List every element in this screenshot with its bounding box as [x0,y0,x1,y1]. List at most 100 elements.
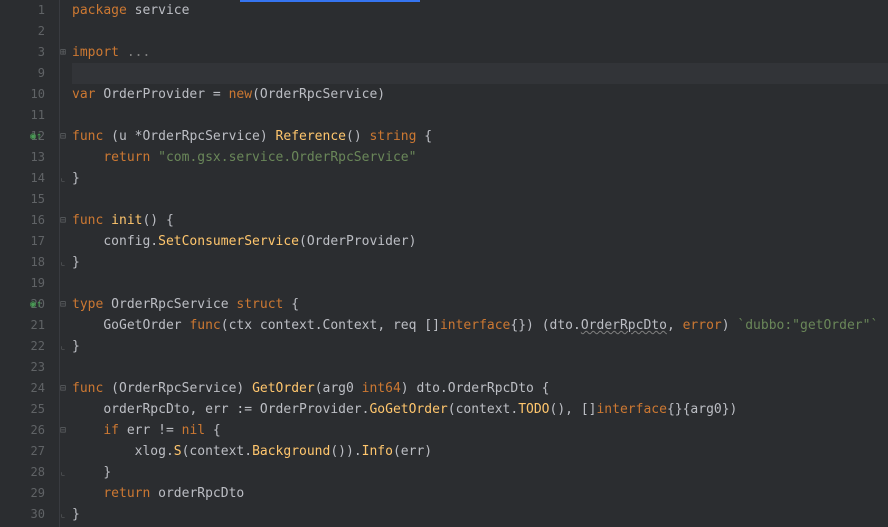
token-id: service [135,0,190,21]
line-number[interactable]: 1 [0,0,59,21]
code-line[interactable] [72,105,888,126]
line-number[interactable]: 29 [0,483,59,504]
token-k: package [72,0,135,21]
line-number[interactable]: 27 [0,441,59,462]
active-tab-indicator [240,0,420,2]
line-number[interactable]: 3 [0,42,59,63]
code-line[interactable] [72,357,888,378]
token-op: { [283,294,299,315]
code-line[interactable]: return "com.gsx.service.OrderRpcService" [72,147,888,168]
token-k: type [72,294,111,315]
line-number-gutter[interactable]: 1239101112◉↑1314151617181920◉↑2122232425… [0,0,60,527]
code-line[interactable]: GoGetOrder func(ctx context.Context, req… [72,315,888,336]
line-number[interactable]: 23 [0,357,59,378]
token-op: ( [252,84,260,105]
token-id [72,483,103,504]
token-id: Context [323,315,378,336]
code-line[interactable]: } [72,504,888,525]
token-id: OrderRpcService [142,126,259,147]
code-line[interactable]: var OrderProvider = new(OrderRpcService) [72,84,888,105]
line-number[interactable]: 16 [0,210,59,231]
line-number[interactable]: 20◉↑ [0,294,59,315]
token-id: OrderRpcService [260,84,377,105]
token-k: error [683,315,722,336]
code-line[interactable] [72,273,888,294]
code-line[interactable]: return orderRpcDto [72,483,888,504]
token-k: string [369,126,416,147]
token-op: { [416,126,432,147]
token-op: := OrderProvider. [229,399,370,420]
code-line[interactable] [72,189,888,210]
token-fn: GetOrder [252,378,315,399]
token-fn: init [111,210,142,231]
token-k: new [229,84,252,105]
token-op: () { [142,210,173,231]
token-id: dto [550,315,573,336]
token-id: xlog. [72,441,174,462]
code-line[interactable]: func init() { [72,210,888,231]
token-op: (context. [182,441,252,462]
code-line[interactable]: } [72,336,888,357]
token-id: err [205,399,228,420]
token-op: (arg0 [315,378,362,399]
token-op: } [72,504,80,525]
token-k: int64 [362,378,401,399]
token-op: ) [260,126,276,147]
line-number[interactable]: 19 [0,273,59,294]
line-number[interactable]: 14 [0,168,59,189]
line-number[interactable]: 12◉↑ [0,126,59,147]
token-id: orderRpcDto [158,483,244,504]
line-number[interactable]: 24 [0,378,59,399]
line-number[interactable]: 21 [0,315,59,336]
token-id [72,462,103,483]
token-id: config. [72,231,158,252]
token-op: . [573,315,581,336]
code-line[interactable]: if err != nil { [72,420,888,441]
code-line[interactable]: } [72,462,888,483]
token-op: ) dto.OrderRpcDto { [401,378,550,399]
token-op: . [315,315,323,336]
code-line[interactable] [72,21,888,42]
line-number[interactable]: 25 [0,399,59,420]
token-fn: Background [252,441,330,462]
code-line[interactable]: import ... [72,42,888,63]
token-id: err [127,420,150,441]
token-fn: GoGetOrder [369,399,447,420]
token-und: OrderRpcDto [581,315,667,336]
code-line[interactable]: type OrderRpcService struct { [72,294,888,315]
line-number[interactable]: 11 [0,105,59,126]
code-line[interactable]: xlog.S(context.Background()).Info(err) [72,441,888,462]
code-line[interactable]: } [72,168,888,189]
code-line[interactable]: func (OrderRpcService) GetOrder(arg0 int… [72,378,888,399]
line-number[interactable]: 10 [0,84,59,105]
code-content[interactable]: package service import ... var OrderProvid… [66,0,888,527]
gutter-marker-icon[interactable]: ◉↑ [30,126,42,147]
gutter-marker-icon[interactable]: ◉↑ [30,294,42,315]
line-number[interactable]: 28 [0,462,59,483]
line-number[interactable]: 17 [0,231,59,252]
line-number[interactable]: 30 [0,504,59,525]
line-number[interactable]: 26 [0,420,59,441]
token-op: (OrderProvider) [299,231,416,252]
token-op: (ctx [221,315,260,336]
token-k: func [72,210,111,231]
code-line[interactable]: package service [72,0,888,21]
line-number[interactable]: 18 [0,252,59,273]
token-k: func [189,315,220,336]
token-op: } [103,462,111,483]
token-fn: TODO [518,399,549,420]
code-line[interactable]: config.SetConsumerService(OrderProvider) [72,231,888,252]
line-number[interactable]: 15 [0,189,59,210]
line-number[interactable]: 9 [0,63,59,84]
token-k: interface [440,315,510,336]
line-number[interactable]: 13 [0,147,59,168]
code-line[interactable] [72,63,888,84]
token-op: (context. [448,399,518,420]
code-line[interactable]: func (u *OrderRpcService) Reference() st… [72,126,888,147]
line-number[interactable]: 22 [0,336,59,357]
line-number[interactable]: 2 [0,21,59,42]
code-line[interactable]: } [72,252,888,273]
code-editor[interactable]: 1239101112◉↑1314151617181920◉↑2122232425… [0,0,888,527]
code-line[interactable]: orderRpcDto, err := OrderProvider.GoGetO… [72,399,888,420]
token-op: ()). [330,441,361,462]
